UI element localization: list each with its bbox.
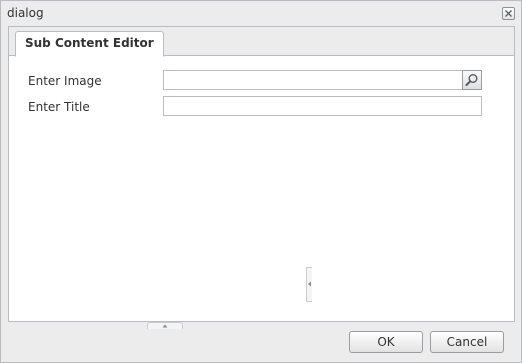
cancel-button[interactable]: Cancel xyxy=(430,331,504,353)
close-button[interactable] xyxy=(502,7,515,20)
editor-panel: Sub Content Editor Enter Image Enter Tit… xyxy=(8,26,515,322)
close-icon xyxy=(505,10,512,17)
bottom-collapse-handle[interactable] xyxy=(147,322,183,329)
title-input[interactable] xyxy=(163,96,482,116)
ok-button[interactable]: OK xyxy=(349,331,423,353)
chevron-left-icon xyxy=(308,281,311,287)
enter-image-label: Enter Image xyxy=(28,74,102,88)
chevron-up-icon xyxy=(162,324,168,328)
tab-strip: Sub Content Editor xyxy=(9,27,514,57)
image-browse-button[interactable] xyxy=(462,70,482,90)
side-collapse-handle[interactable] xyxy=(306,267,312,302)
dialog-titlebar[interactable]: dialog xyxy=(1,1,521,25)
dialog-title: dialog xyxy=(7,6,44,20)
enter-title-label: Enter Title xyxy=(28,100,90,114)
image-input[interactable] xyxy=(163,70,463,90)
search-icon xyxy=(465,74,478,86)
dialog-window: dialog Sub Content Editor Enter Image En… xyxy=(0,0,522,363)
tab-sub-content-editor[interactable]: Sub Content Editor xyxy=(15,31,164,57)
